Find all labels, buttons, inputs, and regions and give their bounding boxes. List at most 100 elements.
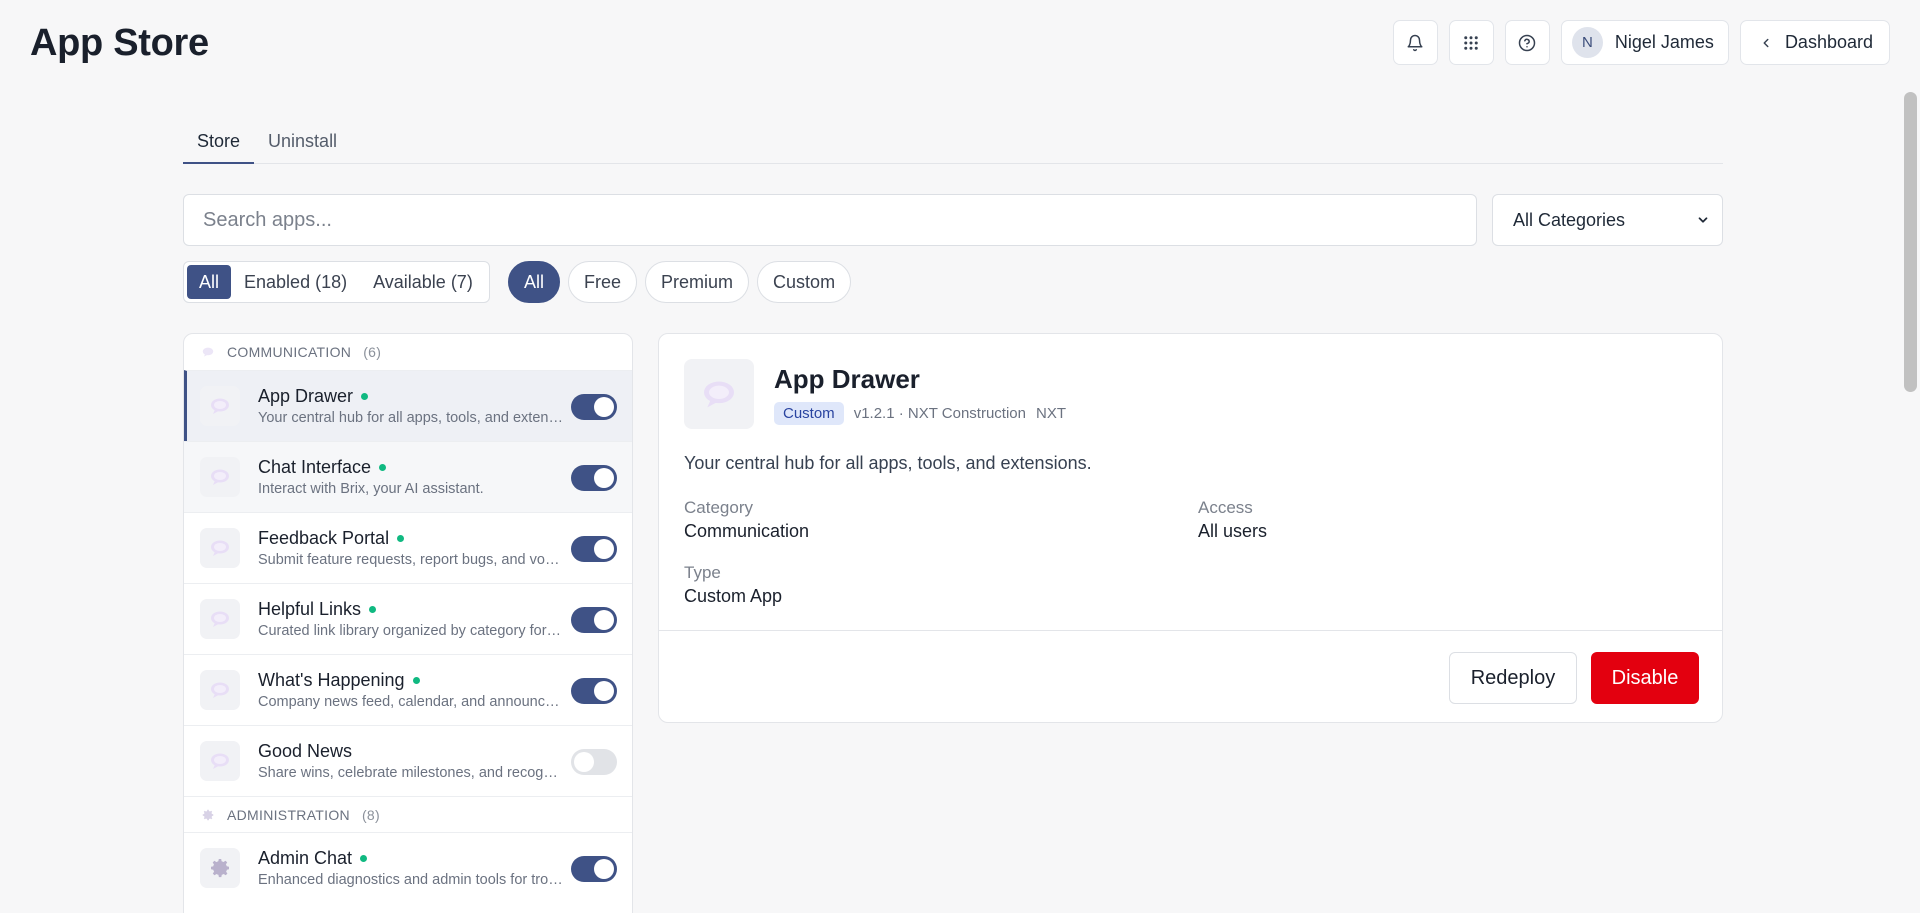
app-name: What's Happening <box>258 670 405 690</box>
toggle-knob <box>594 610 614 630</box>
status-filter-available[interactable]: Available (7) <box>360 265 486 299</box>
category-select-value: All Categories <box>1513 209 1626 230</box>
app-description: Company news feed, calendar, and announc… <box>258 694 563 710</box>
toggle-knob <box>574 752 594 772</box>
speech-bubble-icon <box>211 469 229 485</box>
app-enable-toggle[interactable] <box>571 607 617 633</box>
app-icon <box>200 528 240 568</box>
app-description: Curated link library organized by catego… <box>258 623 563 639</box>
chevron-down-icon <box>1698 217 1708 223</box>
tab-store[interactable]: Store <box>183 128 255 164</box>
app-row-admin-chat[interactable]: Admin Chat Enhanced diagnostics and admi… <box>184 832 632 903</box>
app-enable-toggle[interactable] <box>571 536 617 562</box>
apps-grid-button[interactable] <box>1448 20 1494 65</box>
speech-bubble-icon <box>211 398 229 414</box>
group-count: (6) <box>363 344 382 360</box>
field-value: Custom App <box>684 586 783 606</box>
app-row-app-drawer[interactable]: App Drawer Your central hub for all apps… <box>184 370 632 441</box>
app-enable-toggle[interactable] <box>571 465 617 491</box>
app-description: Share wins, celebrate milestones, and re… <box>258 765 563 781</box>
bell-icon <box>1407 34 1423 51</box>
app-icon <box>200 848 240 888</box>
app-row-helpful-links[interactable]: Helpful Links Curated link library organ… <box>184 583 632 654</box>
grid-icon <box>1464 35 1479 50</box>
category-select[interactable]: All Categories <box>1492 194 1723 246</box>
gear-icon <box>211 859 229 878</box>
active-status-dot <box>379 464 387 471</box>
status-filter-all[interactable]: All <box>187 265 232 299</box>
app-name: Good News <box>258 741 353 761</box>
app-description: Interact with Brix, your AI assistant. <box>258 481 484 497</box>
field-value: All users <box>1198 521 1268 541</box>
type-filter-premium[interactable]: Premium <box>645 261 750 303</box>
app-icon <box>200 457 240 497</box>
app-type-badge: Custom <box>774 402 844 425</box>
notifications-button[interactable] <box>1392 20 1438 65</box>
app-detail-panel: App Drawer Custom v1.2.1 · NXT Construct… <box>658 333 1723 723</box>
toggle-knob <box>594 468 614 488</box>
app-name: Feedback Portal <box>258 528 390 548</box>
search-input[interactable] <box>183 194 1477 246</box>
help-button[interactable] <box>1504 20 1550 65</box>
toggle-knob <box>594 539 614 559</box>
redeploy-button[interactable]: Redeploy <box>1449 652 1577 704</box>
app-icon <box>200 670 240 710</box>
help-circle-icon <box>1519 34 1536 51</box>
detail-app-icon <box>684 359 754 429</box>
app-enable-toggle[interactable] <box>571 394 617 420</box>
version-line: v1.2.1 · NXT Construction <box>853 405 1026 422</box>
dashboard-button[interactable]: Dashboard <box>1739 20 1890 65</box>
app-icon <box>200 599 240 639</box>
detail-meta: Custom v1.2.1 · NXT Construction NXT <box>774 402 1066 425</box>
disable-button[interactable]: Disable <box>1591 652 1699 704</box>
group-header-communication: COMMUNICATION (6) <box>184 334 632 370</box>
gear-icon <box>202 809 214 820</box>
vendor-code: NXT <box>1035 405 1066 422</box>
tab-uninstall[interactable]: Uninstall <box>254 128 351 164</box>
toggle-knob <box>594 681 614 701</box>
app-name: App Drawer <box>258 386 354 406</box>
speech-bubble-icon <box>211 682 229 698</box>
app-enable-toggle[interactable] <box>571 856 617 882</box>
detail-description: Your central hub for all apps, tools, an… <box>684 453 1092 473</box>
scrollbar-thumb[interactable] <box>1904 92 1917 392</box>
speech-bubble-icon <box>202 347 214 357</box>
app-description: Enhanced diagnostics and admin tools for… <box>258 872 563 888</box>
app-row-feedback-portal[interactable]: Feedback Portal Submit feature requests,… <box>184 512 632 583</box>
app-row-chat-interface[interactable]: Chat Interface Interact with Brix, your … <box>184 441 632 512</box>
field-type: Type Custom App <box>684 563 782 607</box>
speech-bubble-icon <box>211 753 229 769</box>
app-list: COMMUNICATION (6) App Drawer Your centra… <box>183 333 633 913</box>
group-name: COMMUNICATION <box>227 344 352 360</box>
app-enable-toggle[interactable] <box>571 749 617 775</box>
field-category: Category Communication <box>684 498 809 542</box>
app-icon <box>200 386 240 426</box>
page-scrollbar[interactable] <box>1902 92 1920 913</box>
top-actions: N Nigel James Dashboard <box>1392 20 1890 65</box>
detail-app-name: App Drawer <box>774 364 920 394</box>
field-label: Category <box>684 498 753 517</box>
user-menu-button[interactable]: N Nigel James <box>1560 20 1729 65</box>
avatar: N <box>1571 27 1603 58</box>
app-name: Admin Chat <box>258 848 353 868</box>
app-name: Helpful Links <box>258 599 362 619</box>
type-filter: All Free Premium Custom <box>508 261 852 303</box>
app-row-whats-happening[interactable]: What's Happening Company news feed, cale… <box>184 654 632 725</box>
store-tabs: Store Uninstall <box>183 128 1723 164</box>
type-filter-free[interactable]: Free <box>568 261 638 303</box>
status-filter: All Enabled (18) Available (7) <box>183 261 490 303</box>
type-filter-custom[interactable]: Custom <box>757 261 852 303</box>
status-filter-enabled[interactable]: Enabled (18) <box>231 265 360 299</box>
app-enable-toggle[interactable] <box>571 678 617 704</box>
group-header-administration: ADMINISTRATION (8) <box>184 796 632 832</box>
dashboard-label: Dashboard <box>1784 32 1873 52</box>
toggle-knob <box>594 859 614 879</box>
field-label: Access <box>1198 498 1253 517</box>
speech-bubble-icon <box>211 611 229 627</box>
chevron-left-icon <box>1763 38 1769 47</box>
app-description: Submit feature requests, report bugs, an… <box>258 552 563 568</box>
type-filter-all[interactable]: All <box>508 261 561 303</box>
app-row-good-news[interactable]: Good News Share wins, celebrate mileston… <box>184 725 632 796</box>
app-icon <box>200 741 240 781</box>
group-name: ADMINISTRATION <box>227 806 350 823</box>
